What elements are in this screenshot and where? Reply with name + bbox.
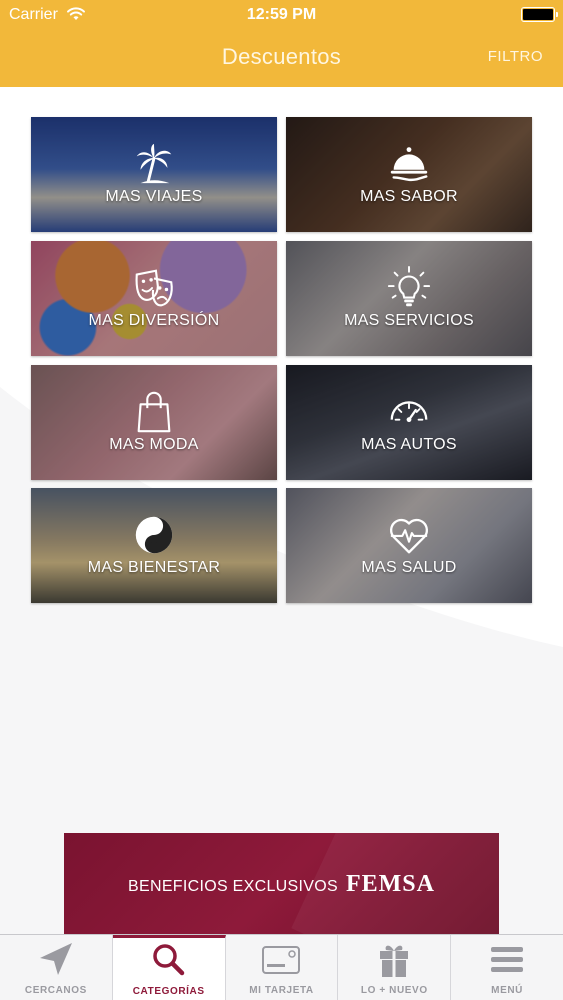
battery-icon bbox=[521, 7, 558, 22]
cloche-icon bbox=[390, 147, 428, 182]
category-tile-autos[interactable]: MAS AUTOS bbox=[286, 365, 532, 480]
gift-icon bbox=[380, 945, 409, 977]
tab-label: CATEGORÍAS bbox=[132, 986, 205, 997]
banner-text: BENEFICIOS EXCLUSIVOS bbox=[128, 878, 338, 895]
theater-masks-icon bbox=[135, 269, 173, 307]
category-tile-viajes[interactable]: MAS VIAJES bbox=[31, 117, 277, 232]
speedometer-icon bbox=[390, 401, 428, 423]
category-label: MAS SABOR bbox=[360, 188, 458, 205]
category-label: MAS VIAJES bbox=[105, 188, 203, 205]
card-icon bbox=[262, 946, 301, 974]
category-tile-bienestar[interactable]: MAS BIENESTAR bbox=[31, 488, 277, 603]
tab-label: LO + NUEVO bbox=[360, 985, 428, 996]
femsa-banner[interactable]: BENEFICIOS EXCLUSIVOS FEMSA bbox=[64, 833, 499, 934]
category-label: MAS MODA bbox=[109, 436, 199, 453]
category-label: MAS AUTOS bbox=[361, 436, 457, 453]
category-tile-diversion[interactable]: MAS DIVERSIÓN bbox=[31, 241, 277, 356]
header: Carrier 12:59 PM Descuentos FILTRO bbox=[0, 0, 563, 87]
category-grid: MAS VIAJES MAS SABOR MAS DIVERSIÓN MAS S… bbox=[31, 117, 532, 603]
tab-label: MI TARJETA bbox=[249, 985, 314, 996]
tab-categorias[interactable]: CATEGORÍAS bbox=[112, 935, 226, 1000]
status-bar: Carrier 12:59 PM bbox=[0, 0, 563, 30]
category-label: MAS SALUD bbox=[361, 559, 457, 576]
category-label: MAS BIENESTAR bbox=[87, 559, 221, 576]
category-label: MAS SERVICIOS bbox=[344, 312, 474, 329]
category-label: MAS DIVERSIÓN bbox=[88, 312, 220, 329]
tab-label: MENÚ bbox=[491, 985, 523, 996]
lightbulb-icon bbox=[387, 265, 431, 307]
page-title: Descuentos bbox=[221, 44, 342, 69]
search-icon bbox=[152, 944, 184, 976]
femsa-logo: FEMSA bbox=[345, 871, 435, 897]
category-tile-salud[interactable]: MAS SALUD bbox=[286, 488, 532, 603]
tab-mi-tarjeta[interactable]: MI TARJETA bbox=[226, 935, 339, 1000]
category-tile-servicios[interactable]: MAS SERVICIOS bbox=[286, 241, 532, 356]
tab-bar: CERCANOS CATEGORÍAS MI TARJETA LO + NUEV… bbox=[0, 934, 563, 1000]
heartbeat-icon bbox=[390, 518, 428, 554]
yin-yang-icon bbox=[135, 516, 173, 554]
filter-button[interactable]: FILTRO bbox=[488, 48, 543, 65]
shopping-bag-icon bbox=[137, 391, 171, 433]
tab-label: CERCANOS bbox=[24, 985, 87, 996]
palm-tree-icon bbox=[136, 143, 172, 184]
category-tile-moda[interactable]: MAS MODA bbox=[31, 365, 277, 480]
tab-menu[interactable]: MENÚ bbox=[451, 935, 563, 1000]
tab-lo-nuevo[interactable]: LO + NUEVO bbox=[338, 935, 452, 1000]
category-tile-sabor[interactable]: MAS SABOR bbox=[286, 117, 532, 232]
location-arrow-icon bbox=[39, 943, 72, 975]
hamburger-menu-icon bbox=[491, 947, 524, 972]
tab-cercanos[interactable]: CERCANOS bbox=[0, 935, 113, 1000]
status-time: 12:59 PM bbox=[246, 6, 317, 23]
